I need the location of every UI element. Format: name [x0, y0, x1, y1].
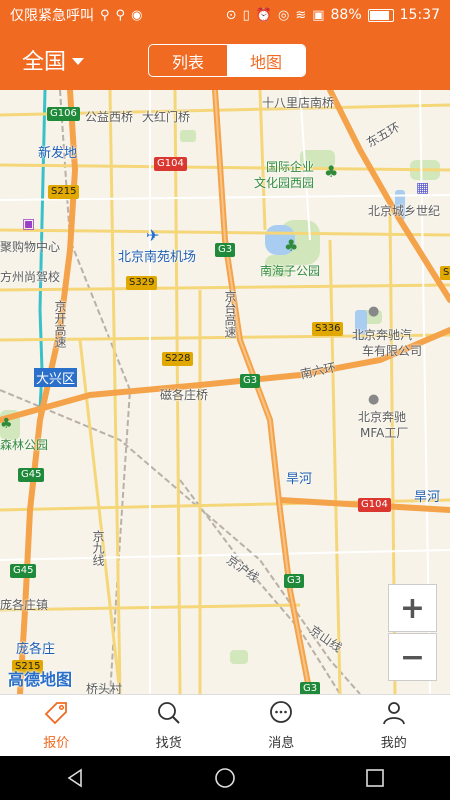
- nav-profile-label: 我的: [380, 736, 407, 751]
- alarm-icon: ⏰: [255, 7, 272, 23]
- road-shield-s329: S329: [126, 276, 158, 290]
- road-shield-g3-a: G3: [215, 243, 236, 257]
- park-icon: ♣: [0, 416, 13, 432]
- map-label-panggezhuang: 庞各庄: [16, 642, 56, 657]
- road-shield-g45-a: G45: [18, 468, 45, 482]
- map-label-jingkaigs: 京开高速: [53, 300, 67, 348]
- map-label-wenhuayuan: 文化园西园: [254, 176, 315, 190]
- map-label-mfa: MFA工厂: [360, 426, 409, 440]
- map-label-qiaotou: 桥头村: [86, 682, 123, 694]
- weibo-icon: ◉: [131, 7, 143, 23]
- airport-icon: ✈: [146, 226, 160, 245]
- map-label-fangzhou: 方州尚驾校: [0, 270, 61, 284]
- clock: 15:37: [399, 7, 440, 23]
- map-label-benchimfa: 北京奔驰: [358, 410, 407, 424]
- map-label-shibali: 十八里店南桥: [262, 96, 335, 110]
- bottom-nav: 报价 找货 消息 我的: [0, 694, 450, 756]
- nav-profile[interactable]: 我的: [338, 695, 450, 756]
- region-selector[interactable]: 全国: [22, 44, 85, 76]
- system-nav-bar: [0, 756, 450, 800]
- road-shield-s215: S215: [48, 185, 80, 199]
- home-circle-icon: [215, 768, 235, 788]
- nav-messages[interactable]: 消息: [225, 695, 338, 756]
- caret-down-icon: [72, 57, 85, 65]
- carrier-text: 仅限紧急呼叫: [10, 8, 94, 24]
- nav-find-goods-label: 找货: [155, 736, 182, 751]
- map-view[interactable]: 十八里店南桥 公益西桥 大红门桥 新发地 东五环 国际企业 文化园西园 北京城乡…: [0, 90, 450, 694]
- app-header: 全国 列表 地图: [0, 30, 450, 90]
- nav-find-goods[interactable]: 找货: [113, 695, 226, 756]
- battery-icon: [367, 8, 394, 22]
- location-icon: ⊙: [225, 7, 237, 23]
- road-shield-s228: S228: [162, 352, 194, 366]
- road-shield-g104: G104: [154, 157, 187, 171]
- battery-percent: 88%: [330, 7, 362, 23]
- map-logo: 高德地图: [8, 670, 73, 689]
- map-label-hanhe: 旱河: [286, 472, 313, 487]
- search-icon: [157, 702, 180, 724]
- zoom-in-button[interactable]: +: [388, 584, 437, 632]
- chat-icon: [270, 701, 293, 723]
- map-label-senlin: 森林公园: [0, 438, 49, 452]
- nav-messages-label: 消息: [268, 736, 295, 751]
- map-label-chengxiang: 北京城乡世纪: [368, 204, 441, 218]
- back-button[interactable]: [63, 766, 87, 790]
- building-icon: ▦: [416, 180, 430, 196]
- map-label-benchi2: 车有限公司: [362, 344, 423, 358]
- poi-dot-icon: ●: [368, 392, 380, 407]
- shopping-icon: ▣: [22, 216, 36, 232]
- wifi-icon: ≋: [295, 7, 307, 23]
- user-icon: [382, 702, 405, 725]
- region-label: 全国: [22, 50, 67, 75]
- road-shield-g106: G106: [47, 107, 80, 121]
- no-sim-icon: ▣: [312, 7, 325, 23]
- tab-map[interactable]: 地图: [227, 45, 305, 76]
- map-label-xinfadi: 新发地: [38, 146, 78, 161]
- map-label-jingjiu: 京九线: [91, 530, 105, 566]
- nav-quote[interactable]: 报价: [0, 695, 113, 756]
- road-shield-g104-b: G104: [358, 498, 391, 512]
- road-shield-g3-b: G3: [240, 374, 261, 388]
- status-bar: 仅限紧急呼叫 ⚲ ⚲ ◉ ⊙ ▯ ⏰ ◎ ≋ ▣ 88% 15:37: [0, 0, 450, 30]
- map-label-yingezhuang: 磁各庄桥: [160, 388, 209, 402]
- recents-button[interactable]: [363, 766, 387, 790]
- map-label-panggezhuangzhen: 庞各庄镇: [0, 598, 49, 612]
- nav-quote-label: 报价: [43, 736, 70, 751]
- map-label-benchi: 北京奔驰汽: [352, 328, 413, 342]
- usb-icon: ⚲: [100, 7, 110, 23]
- tag-icon: [44, 702, 68, 725]
- eye-icon: ◎: [277, 7, 290, 23]
- map-label-nanhaizi: 南海子公园: [260, 264, 321, 278]
- road-shield-g45-b: G45: [10, 564, 37, 578]
- map-label-guojiqiye: 国际企业: [266, 160, 315, 174]
- zoom-out-button[interactable]: −: [388, 633, 437, 681]
- tab-list[interactable]: 列表: [149, 45, 227, 76]
- map-canvas: [0, 90, 450, 694]
- road-shield-g3-c: G3: [284, 574, 305, 588]
- map-label-nanyuan: 北京南苑机场: [118, 250, 197, 265]
- map-label-dahongmen: 大红门桥: [142, 110, 191, 124]
- map-label-jugouwu: 聚购物中心: [0, 240, 61, 254]
- poi-dot-icon: ●: [368, 304, 380, 319]
- park-icon: ♣: [284, 236, 299, 255]
- view-toggle: 列表 地图: [148, 44, 306, 77]
- map-label-daxingqu: 大兴区: [34, 368, 78, 387]
- road-shield-g3-d: G3: [300, 682, 321, 694]
- home-button[interactable]: [213, 766, 237, 790]
- vibrate-icon: ▯: [242, 7, 250, 23]
- map-label-gongyi: 公益西桥: [85, 110, 134, 124]
- usb-icon: ⚲: [115, 7, 126, 23]
- map-label-hanhe2: 旱河: [414, 490, 441, 505]
- recents-square-icon: [366, 769, 384, 787]
- road-shield-s336: S336: [312, 322, 344, 336]
- road-shield-s-right: S: [440, 266, 450, 280]
- back-triangle-icon: [67, 768, 82, 788]
- map-label-jingtaigs: 京台高速: [223, 290, 237, 338]
- park-icon: ♣: [324, 162, 339, 181]
